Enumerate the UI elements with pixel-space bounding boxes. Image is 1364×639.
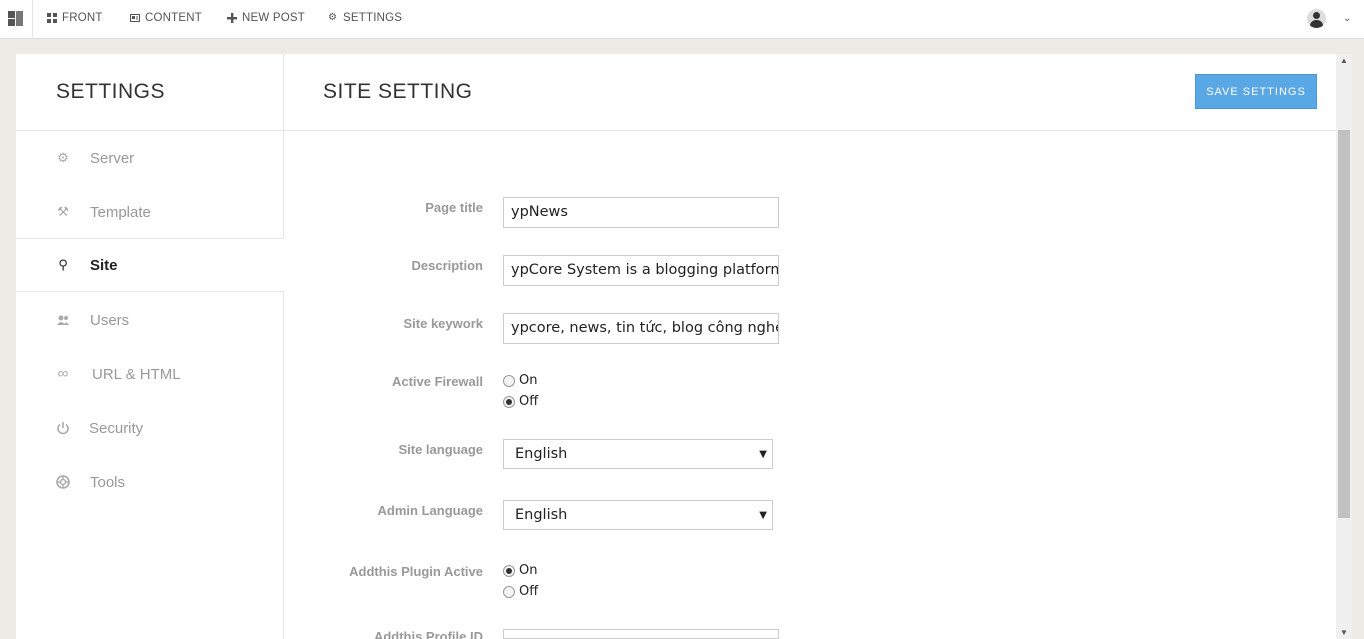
addthis-profile-label: Addthis Profile ID bbox=[373, 629, 483, 639]
nav-front[interactable]: FRONT bbox=[47, 12, 103, 24]
sidebar-item-url-html[interactable]: ∞ URL & HTML bbox=[16, 347, 283, 401]
addthis-off-radio[interactable]: Off bbox=[503, 584, 538, 599]
user-avatar[interactable] bbox=[1307, 9, 1326, 28]
radio-button[interactable] bbox=[503, 395, 515, 408]
admin-language-label: Admin Language bbox=[377, 503, 483, 518]
settings-panel: SETTINGS ⚙ Server ⚒ Template ⚲ Site User… bbox=[16, 54, 1336, 639]
nav-new-post-label: NEW POST bbox=[242, 12, 305, 24]
sidebar-item-label: URL & HTML bbox=[92, 365, 181, 383]
sidebar-item-server[interactable]: ⚙ Server bbox=[16, 131, 283, 185]
nav-content-label: CONTENT bbox=[145, 12, 202, 24]
site-language-label: Site language bbox=[398, 442, 483, 457]
plus-icon bbox=[227, 13, 237, 23]
sidebar-item-label: Site bbox=[90, 256, 118, 274]
site-language-select[interactable]: English ▼ bbox=[503, 439, 773, 469]
top-navbar: FRONT CONTENT NEW POST ⚙ SETTINGS ⌄ bbox=[0, 0, 1364, 39]
sidebar-item-users[interactable]: Users bbox=[16, 293, 283, 347]
sidebar-title: SETTINGS bbox=[56, 80, 166, 103]
sidebar-item-security[interactable]: Security bbox=[16, 401, 283, 455]
dropdown-arrow-icon: ▼ bbox=[759, 510, 767, 521]
sidebar-item-site[interactable]: ⚲ Site bbox=[16, 238, 284, 292]
sidebar-item-label: Tools bbox=[90, 473, 126, 491]
description-input[interactable]: ypCore System is a blogging platform. B bbox=[503, 255, 779, 286]
addthis-active-label: Addthis Plugin Active bbox=[349, 564, 483, 579]
radio-label: Off bbox=[519, 584, 539, 599]
scroll-up-icon[interactable]: ▲ bbox=[1340, 56, 1348, 65]
admin-language-select[interactable]: English ▼ bbox=[503, 500, 773, 530]
nav-content[interactable]: CONTENT bbox=[130, 12, 202, 24]
settings-sidebar: SETTINGS ⚙ Server ⚒ Template ⚲ Site User… bbox=[16, 54, 284, 639]
radio-button[interactable] bbox=[503, 585, 515, 598]
page-title-label: Page title bbox=[425, 200, 483, 215]
document-icon bbox=[130, 13, 140, 23]
firewall-on-radio[interactable]: On bbox=[503, 373, 537, 388]
site-icon: ⚲ bbox=[58, 257, 68, 272]
power-icon bbox=[56, 421, 70, 435]
radio-button[interactable] bbox=[503, 374, 515, 387]
sidebar-header: SETTINGS bbox=[16, 54, 283, 131]
grid-icon bbox=[47, 13, 57, 23]
brush-icon: ⚒ bbox=[57, 204, 69, 219]
nav-front-label: FRONT bbox=[62, 12, 103, 24]
radio-button[interactable] bbox=[503, 564, 515, 577]
save-settings-button[interactable]: SAVE SETTINGS bbox=[1195, 74, 1317, 109]
dropdown-arrow-icon: ▼ bbox=[759, 449, 767, 460]
site-keyword-label: Site keywork bbox=[403, 316, 484, 331]
scrollbar-thumb[interactable] bbox=[1338, 130, 1350, 518]
sidebar-item-label: Template bbox=[90, 203, 151, 221]
link-icon: ∞ bbox=[57, 365, 69, 382]
sidebar-item-template[interactable]: ⚒ Template bbox=[16, 185, 283, 239]
gears-icon: ⚙ bbox=[57, 150, 69, 165]
chevron-down-icon[interactable]: ⌄ bbox=[1343, 13, 1351, 24]
lifebuoy-icon bbox=[56, 475, 70, 489]
radio-label: On bbox=[519, 373, 538, 388]
sidebar-item-label: Server bbox=[90, 149, 135, 167]
sidebar-item-tools[interactable]: Tools bbox=[16, 455, 283, 509]
radio-label: On bbox=[519, 563, 538, 578]
users-icon bbox=[56, 313, 70, 327]
page-title: SITE SETTING bbox=[323, 80, 473, 103]
nav-settings[interactable]: ⚙ SETTINGS bbox=[328, 12, 402, 24]
nav-settings-label: SETTINGS bbox=[343, 12, 403, 24]
sidebar-item-label: Users bbox=[90, 311, 130, 329]
gear-icon: ⚙ bbox=[328, 12, 338, 23]
scroll-down-icon[interactable]: ▼ bbox=[1340, 628, 1348, 637]
app-logo-icon[interactable] bbox=[0, 0, 33, 38]
site-language-value: English bbox=[515, 446, 568, 462]
main-header: SITE SETTING SAVE SETTINGS bbox=[284, 54, 1336, 131]
active-firewall-label: Active Firewall bbox=[391, 374, 483, 389]
addthis-on-radio[interactable]: On bbox=[503, 563, 537, 578]
admin-language-value: English bbox=[515, 507, 568, 523]
sidebar-item-label: Security bbox=[89, 419, 144, 437]
site-keyword-input[interactable]: ypcore, news, tin tức, blog công nghệ bbox=[503, 313, 779, 344]
description-label: Description bbox=[411, 258, 483, 273]
page-scrollbar[interactable]: ▲ ▼ bbox=[1336, 54, 1352, 639]
firewall-off-radio[interactable]: Off bbox=[503, 394, 538, 409]
nav-new-post[interactable]: NEW POST bbox=[227, 12, 305, 24]
radio-label: Off bbox=[519, 394, 539, 409]
page-title-input[interactable]: ypNews bbox=[503, 197, 779, 228]
addthis-profile-input[interactable] bbox=[503, 629, 779, 639]
